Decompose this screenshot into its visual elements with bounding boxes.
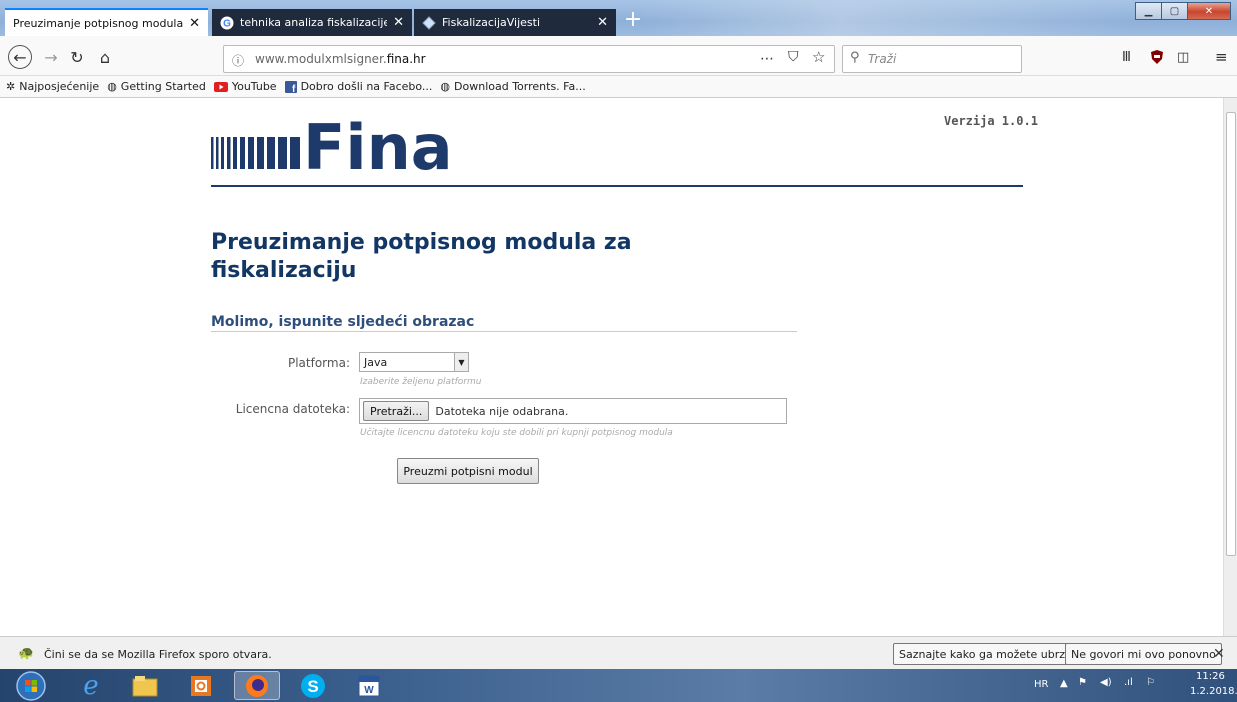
new-tab-button[interactable]: + xyxy=(622,9,644,32)
gear-icon: ✲ xyxy=(6,80,16,93)
windows-taskbar: e S W HR ▲ ⚑ ◀) .ıl ⚐ 11:26 1.2.2018. xyxy=(0,669,1237,702)
library-icon[interactable]: Ⅲ xyxy=(1122,50,1131,65)
platform-select[interactable]: Java ▼ xyxy=(359,352,469,372)
bookmark-label: Dobro došli na Facebo... xyxy=(300,80,433,93)
license-label: Licencna datoteka: xyxy=(235,402,350,416)
search-input[interactable]: Traži xyxy=(868,52,896,66)
bookmark-label: YouTube xyxy=(231,80,277,93)
url-domain: fina.hr xyxy=(386,52,426,66)
version-label: Verzija 1.0.1 xyxy=(944,114,1038,128)
word-icon[interactable]: W xyxy=(346,671,392,700)
tab-title: tehnika analiza fiskalizacije - Google xyxy=(240,16,388,29)
close-tab-icon[interactable]: ✕ xyxy=(393,15,404,30)
forward-button[interactable]: → xyxy=(40,46,62,68)
platform-label: Platforma: xyxy=(287,356,350,370)
page-actions-icon[interactable]: ⋯ xyxy=(760,51,774,67)
license-hint: Učitajte licencnu datoteku koju ste dobi… xyxy=(360,428,673,438)
sidebar-icon[interactable]: ◫ xyxy=(1177,50,1189,65)
home-button[interactable]: ⌂ xyxy=(94,46,116,68)
learn-more-button[interactable]: Saznajte kako ga možete ubrzati xyxy=(893,643,1086,665)
volume-icon[interactable]: ◀) xyxy=(1100,677,1112,688)
vertical-scrollbar[interactable] xyxy=(1223,98,1237,636)
skype-icon[interactable]: S xyxy=(290,671,336,700)
svg-text:G: G xyxy=(223,18,231,29)
network-icon[interactable]: ⚑ xyxy=(1078,677,1087,688)
action-center-icon[interactable]: ⚐ xyxy=(1146,677,1155,688)
platform-selected-value: Java xyxy=(364,356,388,369)
form-subtitle: Molimo, ispunite sljedeći obrazac xyxy=(211,314,475,330)
chevron-down-icon: ▼ xyxy=(454,353,468,371)
tab-google[interactable]: G tehnika analiza fiskalizacije - Google… xyxy=(212,9,412,36)
bookmark-download-torrents[interactable]: ◍ Download Torrents. Fa... xyxy=(440,80,585,93)
site-info-icon[interactable]: ⓘ xyxy=(232,52,244,69)
titlebar-decoration xyxy=(640,0,1140,36)
internet-explorer-icon[interactable]: e xyxy=(68,671,114,701)
google-icon: G xyxy=(220,16,234,30)
bookmark-facebook[interactable]: f Dobro došli na Facebo... xyxy=(284,80,433,93)
browse-button[interactable]: Pretraži... xyxy=(363,401,430,421)
bookmark-label: Getting Started xyxy=(120,80,206,93)
download-module-button[interactable]: Preuzmi potpisni modul xyxy=(397,458,539,484)
pocket-icon[interactable]: ⛉ xyxy=(788,49,799,65)
fina-logo: Fina xyxy=(211,111,531,184)
menu-icon[interactable]: ≡ xyxy=(1215,48,1228,66)
turtle-icon: 🐢 xyxy=(18,646,35,661)
url-text[interactable]: www.modulxmlsigner.fina.hr xyxy=(255,52,426,66)
url-prefix: www.modulxmlsigner. xyxy=(255,52,387,66)
bookmark-most-visited[interactable]: ✲ Najposjećenije xyxy=(6,80,99,93)
bookmark-label: Download Torrents. Fa... xyxy=(454,80,586,93)
minimize-button[interactable]: ▁ xyxy=(1135,2,1162,20)
globe-icon: ◍ xyxy=(440,80,451,93)
show-hidden-icons-icon[interactable]: ▲ xyxy=(1060,678,1068,689)
license-file-input[interactable]: Pretraži... Datoteka nije odabrana. xyxy=(359,398,787,424)
tab-strip: Preuzimanje potpisnog modula za fiskaliz… xyxy=(0,0,1237,36)
clock-time[interactable]: 11:26 xyxy=(1196,671,1225,682)
close-window-button[interactable]: ✕ xyxy=(1187,2,1231,20)
tab-title: FiskalizacijaVijesti xyxy=(442,16,541,29)
tab-title: Preuzimanje potpisnog modula za fiskaliz… xyxy=(13,16,184,30)
diamond-icon xyxy=(422,15,436,30)
logo-wordmark: Fina xyxy=(303,117,453,177)
file-status-text: Datoteka nije odabrana. xyxy=(435,404,569,418)
tab-fiskalizacija-vijesti[interactable]: FiskalizacijaVijesti ✕ xyxy=(414,9,616,36)
clock-date[interactable]: 1.2.2018. xyxy=(1190,686,1237,697)
language-indicator[interactable]: HR xyxy=(1034,679,1048,690)
tab-fina[interactable]: Preuzimanje potpisnog modula za fiskaliz… xyxy=(5,8,208,36)
file-explorer-icon[interactable] xyxy=(122,671,168,700)
page-title: Preuzimanje potpisnog modula za fiskaliz… xyxy=(211,230,632,283)
bookmark-getting-started[interactable]: ◍ Getting Started xyxy=(107,80,206,93)
maximize-button[interactable]: ▢ xyxy=(1161,2,1188,20)
subtitle-divider xyxy=(211,331,797,332)
bookmark-star-icon[interactable]: ☆ xyxy=(812,48,825,66)
bookmark-label: Najposjećenije xyxy=(19,80,100,93)
dont-show-again-button[interactable]: Ne govori mi ovo ponovno xyxy=(1065,643,1222,665)
close-tab-icon[interactable]: ✕ xyxy=(189,16,200,31)
close-tab-icon[interactable]: ✕ xyxy=(597,15,608,30)
outlook-icon[interactable] xyxy=(178,671,224,700)
start-button[interactable] xyxy=(6,670,56,701)
ublock-icon[interactable] xyxy=(1150,49,1164,68)
firefox-icon: ◍ xyxy=(107,80,117,93)
reload-button[interactable]: ↻ xyxy=(66,46,88,68)
firefox-taskbar-icon[interactable] xyxy=(234,671,280,700)
back-button[interactable]: ← xyxy=(8,45,32,69)
bookmark-youtube[interactable]: YouTube xyxy=(213,80,277,93)
svg-text:S: S xyxy=(307,677,318,696)
youtube-icon xyxy=(213,81,228,92)
close-notification-icon[interactable]: ✕ xyxy=(1213,646,1225,662)
bookmarks-toolbar: ✲ Najposjećenije ◍ Getting Started YouTu… xyxy=(0,76,1237,98)
page-content xyxy=(0,98,1222,636)
search-icon: ⚲ xyxy=(850,50,860,65)
notification-message: Čini se da se Mozilla Firefox sporo otva… xyxy=(44,648,272,661)
facebook-icon: f xyxy=(284,80,297,93)
header-divider xyxy=(211,185,1023,187)
svg-text:W: W xyxy=(364,685,374,696)
platform-hint: Izaberite željenu platformu xyxy=(360,377,482,387)
signal-icon[interactable]: .ıl xyxy=(1124,677,1133,688)
notification-bar: 🐢 Čini se da se Mozilla Firefox sporo ot… xyxy=(0,636,1237,669)
scrollbar-thumb[interactable] xyxy=(1226,112,1236,556)
window-controls: ▁ ▢ ✕ xyxy=(1135,2,1231,20)
